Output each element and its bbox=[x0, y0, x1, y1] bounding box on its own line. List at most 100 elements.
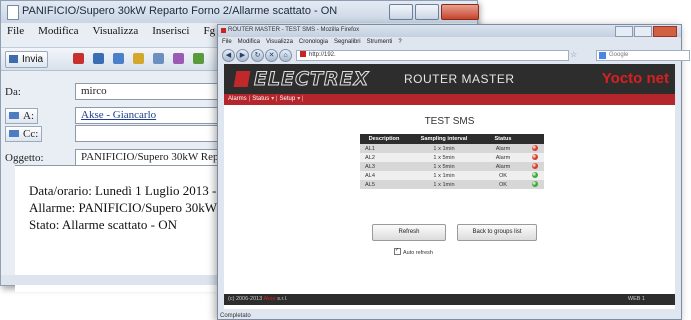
nav-setup[interactable]: Setup bbox=[280, 94, 296, 105]
document-icon bbox=[7, 5, 19, 20]
browser-window: ROUTER MASTER - TEST SMS - Mozilla Firef… bbox=[217, 24, 690, 320]
home-icon[interactable]: ⌂ bbox=[279, 49, 292, 62]
nav-dropdown-indicator: ▾ | bbox=[297, 96, 304, 102]
close-button[interactable] bbox=[441, 4, 479, 20]
col-sampling-interval: Sampling interval bbox=[408, 134, 480, 144]
address-bar[interactable]: http://192. bbox=[296, 50, 569, 61]
cell-status: Alarm bbox=[480, 153, 526, 162]
col-led bbox=[526, 134, 544, 144]
attach-icon[interactable] bbox=[173, 53, 184, 64]
cell-status: OK bbox=[480, 180, 526, 189]
cell-sampling-interval: 1 x 1min bbox=[408, 180, 480, 189]
table-row: AL4 1 x 1min OK bbox=[360, 171, 544, 180]
stop-icon[interactable]: ✕ bbox=[265, 49, 278, 62]
green-led-icon bbox=[532, 181, 538, 188]
email-window-title: PANIFICIO/Supero 30kW Reparto Forno 2/Al… bbox=[22, 5, 338, 17]
footer-copyright: (c) 2006-2013 Akse s.r.l. bbox=[228, 294, 287, 305]
nav-status[interactable]: Status bbox=[252, 94, 269, 105]
minimize-button[interactable] bbox=[389, 4, 413, 20]
menu-inserisci[interactable]: Inserisci bbox=[152, 25, 189, 43]
cell-led bbox=[526, 153, 544, 162]
cell-sampling-interval: 1 x 1min bbox=[408, 171, 480, 180]
browser-status-bar: Completato bbox=[220, 313, 251, 319]
browser-maximize-button[interactable] bbox=[634, 26, 652, 37]
to-button[interactable]: A: bbox=[5, 108, 38, 124]
yocto-net-logo: Yocto net bbox=[602, 70, 669, 87]
browser-title-bar: ROUTER MASTER - TEST SMS - Mozilla Firef… bbox=[218, 25, 681, 37]
menu-file[interactable]: File bbox=[7, 25, 24, 43]
nav-alarms[interactable]: Alarms bbox=[228, 94, 247, 105]
browser-menu-cronologia[interactable]: Cronologia bbox=[299, 39, 328, 45]
page-footer: (c) 2006-2013 Akse s.r.l. WEB 1 bbox=[224, 294, 675, 305]
browser-menu-bar: File Modifica Visualizza Cronologia Segn… bbox=[222, 39, 402, 45]
browser-window-title: ROUTER MASTER - TEST SMS - Mozilla Firef… bbox=[228, 27, 360, 33]
reload-icon[interactable]: ↻ bbox=[251, 49, 264, 62]
cell-description: AL3 bbox=[360, 162, 408, 171]
auto-refresh-label: Auto refresh bbox=[403, 250, 433, 256]
address-book-icon[interactable] bbox=[153, 53, 164, 64]
check-names-icon[interactable] bbox=[193, 53, 204, 64]
table-row: AL1 1 x 1min Alarm bbox=[360, 144, 544, 153]
electrex-logo-icon bbox=[233, 71, 251, 87]
cell-description: AL2 bbox=[360, 153, 408, 162]
footer-version: WEB 1 bbox=[627, 296, 645, 302]
green-led-icon bbox=[532, 172, 538, 179]
auto-refresh-option[interactable]: Auto refresh bbox=[394, 247, 433, 256]
from-label: Da: bbox=[5, 86, 21, 98]
undo-icon[interactable] bbox=[133, 53, 144, 64]
footer-brand[interactable]: Akse bbox=[263, 296, 275, 302]
cell-sampling-interval: 1 x 5min bbox=[408, 162, 480, 171]
col-description: Description bbox=[360, 134, 408, 144]
cell-status: Alarm bbox=[480, 144, 526, 153]
paste-icon[interactable] bbox=[113, 53, 124, 64]
footer-suffix: s.r.l. bbox=[277, 296, 288, 302]
to-recipient: Akse - Giancarlo bbox=[81, 109, 157, 121]
table-header-row: Description Sampling interval Status bbox=[360, 134, 544, 144]
alarms-table: Description Sampling interval Status AL1… bbox=[360, 134, 544, 189]
cell-sampling-interval: 1 x 5min bbox=[408, 153, 480, 162]
page-nav-bar: Alarms | Status ▾ | Setup ▾ | bbox=[224, 94, 675, 105]
toolbar-icons bbox=[73, 53, 204, 64]
red-led-icon bbox=[532, 154, 538, 161]
cell-led bbox=[526, 144, 544, 153]
table-row: AL3 1 x 5min Alarm bbox=[360, 162, 544, 171]
cell-led bbox=[526, 162, 544, 171]
cell-led bbox=[526, 171, 544, 180]
col-status: Status bbox=[480, 134, 526, 144]
forward-arrow-icon[interactable]: ▶ bbox=[236, 49, 249, 62]
electrex-logo: ELECTREX bbox=[253, 68, 370, 91]
browser-menu-modifica[interactable]: Modifica bbox=[238, 39, 260, 45]
browser-menu-file[interactable]: File bbox=[222, 39, 232, 45]
maximize-button[interactable] bbox=[415, 4, 439, 20]
copy-icon[interactable] bbox=[93, 53, 104, 64]
send-button[interactable]: Invia bbox=[5, 51, 49, 68]
browser-menu-visualizza[interactable]: Visualizza bbox=[266, 39, 293, 45]
bookmark-star-icon[interactable]: ☆ bbox=[570, 50, 577, 59]
red-led-icon bbox=[532, 145, 538, 152]
browser-close-button[interactable] bbox=[653, 26, 677, 37]
browser-menu-help[interactable]: ? bbox=[398, 39, 401, 45]
cc-button[interactable]: Cc: bbox=[5, 126, 43, 142]
page-header: ELECTREX ROUTER MASTER Yocto net bbox=[224, 64, 675, 94]
browser-menu-segnalibri[interactable]: Segnalibri bbox=[334, 39, 361, 45]
red-led-icon bbox=[532, 163, 538, 170]
auto-refresh-checkbox[interactable] bbox=[394, 247, 401, 255]
favicon-icon bbox=[221, 28, 226, 33]
brand-yocto: Yocto bbox=[601, 70, 643, 87]
back-arrow-icon[interactable]: ◀ bbox=[222, 49, 235, 62]
table-row: AL2 1 x 5min Alarm bbox=[360, 153, 544, 162]
subject-label: Oggetto: bbox=[5, 152, 44, 164]
cut-icon[interactable] bbox=[73, 53, 84, 64]
menu-visualizza[interactable]: Visualizza bbox=[92, 25, 138, 43]
browser-minimize-button[interactable] bbox=[615, 26, 633, 37]
refresh-button[interactable]: Refresh bbox=[372, 224, 446, 241]
nav-separator: | bbox=[248, 96, 251, 102]
web-page: ELECTREX ROUTER MASTER Yocto net Alarms … bbox=[224, 64, 675, 309]
browser-menu-strumenti[interactable]: Strumenti bbox=[367, 39, 393, 45]
menu-modifica[interactable]: Modifica bbox=[38, 25, 78, 43]
email-menu-bar: File Modifica Visualizza Inserisci Fg bbox=[1, 25, 215, 43]
back-to-groups-button[interactable]: Back to groups list bbox=[457, 224, 537, 241]
browser-window-controls bbox=[615, 26, 677, 37]
menu-formato[interactable]: Fg bbox=[203, 25, 215, 43]
search-box[interactable]: Google bbox=[596, 50, 690, 61]
